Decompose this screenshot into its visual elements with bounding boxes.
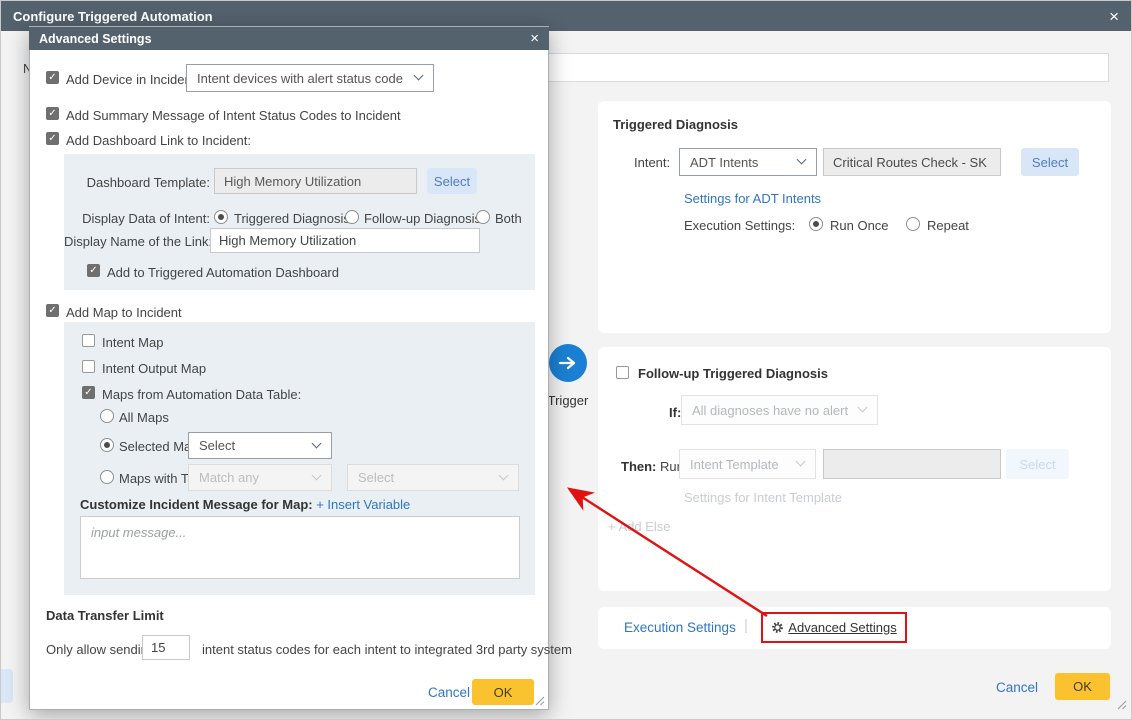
display-data-triggered-radio[interactable] — [214, 210, 228, 224]
close-icon[interactable]: × — [530, 31, 539, 46]
display-data-triggered-label: Triggered Diagnosis — [234, 211, 350, 226]
chevron-down-icon — [312, 470, 322, 480]
incident-message-textarea[interactable] — [80, 516, 520, 579]
add-dashboard-checkbox[interactable] — [46, 132, 59, 145]
maps-with-tags-radio[interactable] — [100, 470, 114, 484]
advanced-settings-title: Advanced Settings — [39, 32, 152, 46]
close-icon[interactable]: × — [1109, 8, 1119, 25]
maps-from-table-checkbox[interactable] — [82, 386, 95, 399]
main-cancel-link[interactable]: Cancel — [996, 680, 1038, 695]
run-once-label: Run Once — [830, 218, 889, 233]
followup-select-button: Select — [1006, 449, 1069, 479]
followup-diagnosis-card: Follow-up Triggered Diagnosis If: All di… — [598, 347, 1111, 591]
settings-for-adt-intents-link[interactable]: Settings for ADT Intents — [684, 191, 821, 206]
gear-icon — [771, 621, 784, 634]
settings-links-bar: Execution Settings | Advanced Settings — [598, 607, 1111, 649]
followup-checkbox[interactable] — [616, 366, 629, 379]
trigger-label: Trigger — [545, 393, 591, 408]
add-to-dashboard-checkbox[interactable] — [87, 264, 100, 277]
display-data-both-label: Both — [495, 211, 522, 226]
execution-settings-link[interactable]: Execution Settings — [624, 620, 736, 635]
triggered-diagnosis-card: Triggered Diagnosis Intent: ADT Intents … — [598, 101, 1111, 333]
divider: | — [744, 618, 748, 633]
add-map-checkbox[interactable] — [46, 304, 59, 317]
intent-template-dropdown[interactable]: Intent Template — [679, 449, 816, 479]
followup-title: Follow-up Triggered Diagnosis — [638, 366, 828, 381]
run-once-radio[interactable] — [809, 217, 823, 231]
if-condition-dropdown[interactable]: All diagnoses have no alert — [681, 395, 878, 425]
data-limit-suffix: intent status codes for each intent to i… — [202, 642, 572, 657]
all-maps-label: All Maps — [119, 410, 169, 425]
add-to-dashboard-label: Add to Triggered Automation Dashboard — [107, 265, 339, 280]
data-limit-input[interactable] — [142, 635, 190, 660]
display-data-both-radio[interactable] — [476, 210, 490, 224]
match-type-dropdown: Match any — [188, 464, 332, 491]
followup-intent-value-field — [823, 449, 1001, 479]
then-run-label: Then: Run — [621, 459, 684, 474]
selected-maps-radio[interactable] — [100, 438, 114, 452]
selected-maps-dropdown[interactable]: Select — [188, 432, 332, 459]
main-ok-button[interactable]: OK — [1055, 673, 1110, 700]
add-summary-label: Add Summary Message of Intent Status Cod… — [66, 108, 401, 123]
all-maps-radio[interactable] — [100, 409, 114, 423]
intent-type-dropdown[interactable]: ADT Intents — [679, 148, 817, 176]
tags-select-dropdown: Select — [347, 464, 519, 491]
triggered-diagnosis-title: Triggered Diagnosis — [613, 117, 738, 132]
data-limit-prefix: Only allow sending — [46, 642, 155, 657]
if-label: If: — [669, 405, 681, 420]
chevron-down-icon — [796, 457, 806, 467]
intent-label: Intent: — [634, 155, 670, 170]
chevron-down-icon — [499, 470, 509, 480]
add-dashboard-label: Add Dashboard Link to Incident: — [66, 133, 251, 148]
add-device-dropdown[interactable]: Intent devices with alert status code — [186, 64, 434, 92]
intent-value-field: Critical Routes Check - SK — [823, 148, 1001, 176]
display-name-input[interactable] — [210, 228, 480, 253]
chevron-down-icon — [414, 71, 424, 81]
customize-message-label: Customize Incident Message for Map: — [80, 497, 313, 512]
configure-triggered-automation-dialog: Configure Triggered Automation × N Trigg… — [0, 0, 1132, 720]
main-dialog-title: Configure Triggered Automation — [13, 9, 213, 24]
dashboard-template-label: Dashboard Template: — [64, 175, 210, 190]
resize-grip-icon[interactable] — [1117, 700, 1127, 710]
adv-cancel-link[interactable]: Cancel — [428, 685, 470, 700]
advanced-settings-highlight-box: Advanced Settings — [761, 612, 907, 643]
insert-variable-link[interactable]: + Insert Variable — [316, 497, 410, 512]
intent-output-map-label: Intent Output Map — [102, 361, 206, 376]
add-map-panel: Intent Map Intent Output Map Maps from A… — [64, 322, 535, 595]
repeat-radio[interactable] — [906, 217, 920, 231]
intent-map-checkbox[interactable] — [82, 334, 95, 347]
execution-settings-label: Execution Settings: — [684, 218, 795, 233]
display-name-label: Display Name of the Link: — [64, 234, 207, 249]
repeat-label: Repeat — [927, 218, 969, 233]
intent-output-map-checkbox[interactable] — [82, 360, 95, 373]
add-device-label: Add Device in Incident: — [66, 72, 199, 87]
data-transfer-limit-title: Data Transfer Limit — [46, 608, 164, 623]
intent-map-label: Intent Map — [102, 335, 163, 350]
dashboard-link-panel: Dashboard Template: High Memory Utilizat… — [64, 154, 535, 290]
dashboard-template-select-button[interactable]: Select — [427, 168, 477, 194]
resize-grip-icon[interactable] — [535, 696, 545, 706]
add-map-label: Add Map to Incident — [66, 305, 182, 320]
customize-message-row: Customize Incident Message for Map: + In… — [80, 497, 410, 512]
obscured-element-fragment — [1, 669, 13, 703]
add-summary-checkbox[interactable] — [46, 107, 59, 120]
display-data-followup-radio[interactable] — [345, 210, 359, 224]
maps-from-table-label: Maps from Automation Data Table: — [102, 387, 301, 402]
intent-select-button[interactable]: Select — [1021, 148, 1079, 176]
advanced-settings-titlebar: Advanced Settings × — [29, 27, 549, 50]
add-else-link: + Add Else — [608, 519, 671, 534]
add-device-checkbox[interactable] — [46, 71, 59, 84]
chevron-down-icon — [797, 155, 807, 165]
advanced-settings-dialog: Advanced Settings × Add Device in Incide… — [29, 26, 549, 710]
display-data-followup-label: Follow-up Diagnosis — [364, 211, 481, 226]
settings-for-intent-template-text: Settings for Intent Template — [684, 490, 842, 505]
advanced-settings-link[interactable]: Advanced Settings — [788, 620, 896, 635]
dashboard-template-field: High Memory Utilization — [214, 168, 417, 194]
chevron-down-icon — [858, 403, 868, 413]
trigger-arrow-icon — [549, 344, 587, 382]
chevron-down-icon — [312, 438, 322, 448]
adv-ok-button[interactable]: OK — [472, 679, 534, 705]
display-data-label: Display Data of Intent: — [64, 211, 210, 226]
